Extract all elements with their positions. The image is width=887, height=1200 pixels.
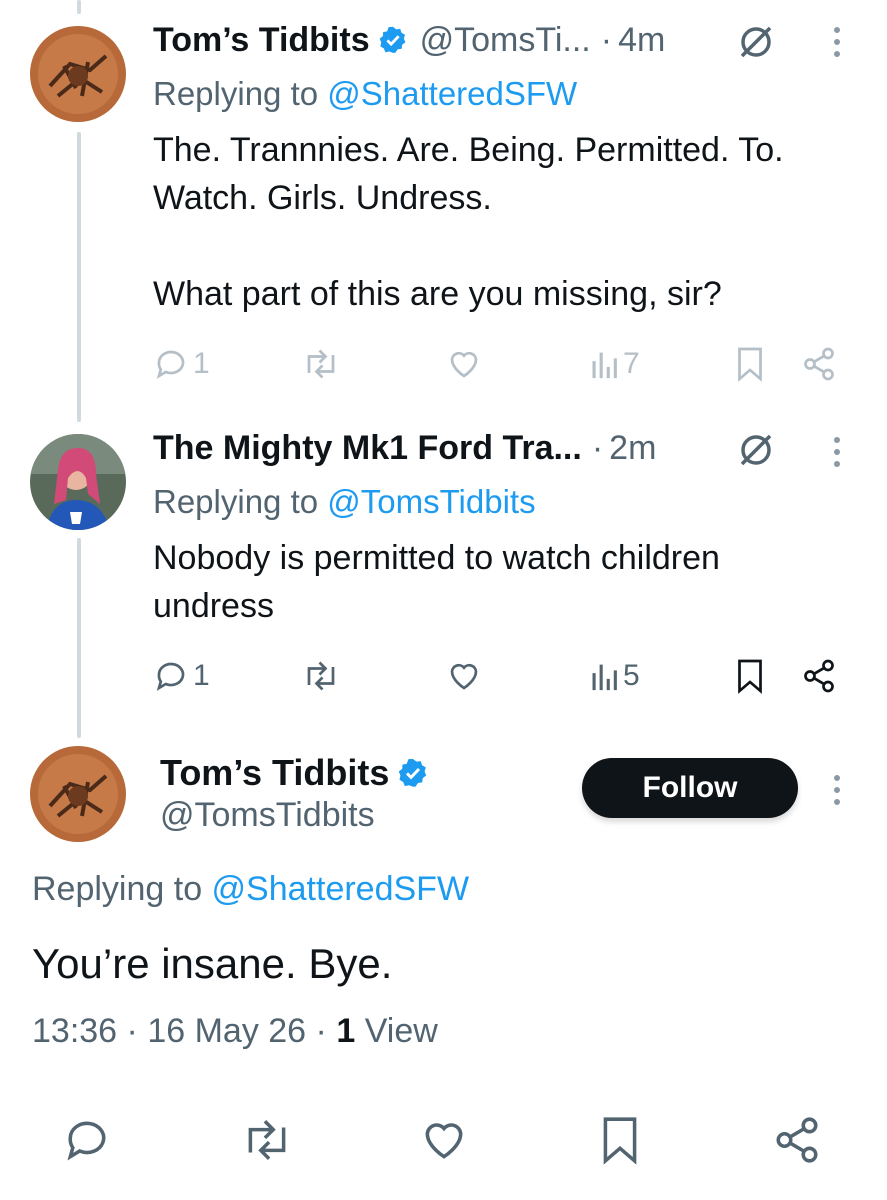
like-button[interactable] (445, 342, 483, 386)
views-button[interactable]: 5 (589, 654, 640, 698)
main-replying-to: Replying to @ShatteredSFW (32, 870, 469, 909)
share-button[interactable] (801, 342, 837, 386)
avatar[interactable] (30, 434, 126, 530)
bookmark-icon (738, 659, 762, 694)
thread-line-2 (77, 538, 81, 738)
heart-icon (425, 1123, 463, 1159)
reply-button[interactable]: 1 (153, 654, 210, 698)
avatar[interactable] (30, 26, 126, 122)
tweet-1-actions: 1 7 (153, 342, 843, 386)
views-icon (592, 352, 617, 379)
follow-button[interactable]: Follow (582, 758, 798, 818)
reply-button[interactable]: 1 (153, 342, 210, 386)
replying-to: Replying to @TomsTidbits (153, 480, 887, 524)
bookmark-icon (603, 1117, 637, 1165)
reply-icon (156, 350, 185, 379)
separator-dot: · (591, 428, 604, 467)
tweet-2[interactable]: The Mighty Mk1 Ford Tra... · 2m Replying… (153, 426, 887, 630)
reply-icon (156, 662, 185, 691)
bookmark-button[interactable] (735, 654, 765, 698)
replying-to-handle[interactable]: @ShatteredSFW (212, 870, 470, 908)
views-count: 5 (623, 659, 640, 692)
bookmark-button[interactable] (598, 1117, 642, 1165)
heart-icon (450, 351, 478, 378)
replying-to-handle[interactable]: @TomsTidbits (327, 483, 535, 520)
tweet-2-actions: 1 5 (153, 654, 843, 698)
tweet-text: The. Trannnies. Are. Being. Permitted. T… (153, 131, 784, 313)
share-button[interactable] (772, 1117, 822, 1163)
author-name[interactable]: The Mighty Mk1 Ford Tra... (153, 429, 582, 468)
like-button[interactable] (445, 654, 483, 698)
reply-icon (67, 1121, 106, 1161)
grok-icon[interactable] (736, 22, 776, 62)
share-icon (776, 1117, 818, 1163)
retweet-button[interactable] (301, 342, 341, 386)
more-icon[interactable] (832, 432, 842, 472)
replying-to-label: Replying to (153, 483, 328, 520)
main-tweet-text: You’re insane. Bye. (32, 940, 393, 987)
grok-icon[interactable] (736, 430, 776, 470)
like-button[interactable] (418, 1118, 470, 1162)
reply-button[interactable] (62, 1118, 112, 1162)
thread-line-top (77, 0, 81, 14)
author-handle[interactable]: @TomsTi... (420, 21, 591, 60)
verified-badge-icon (379, 26, 405, 53)
verified-badge-icon (399, 759, 427, 787)
main-author-handle[interactable]: @TomsTidbits (160, 796, 375, 835)
replying-to-label: Replying to (32, 870, 212, 908)
thread-line-1 (77, 132, 81, 422)
tweet-date[interactable]: 16 May 26 (147, 1012, 306, 1050)
tweet-time[interactable]: 13:36 (32, 1012, 117, 1050)
timestamp[interactable]: 2m (609, 429, 656, 468)
reply-count: 1 (193, 347, 210, 380)
tweet-meta: 13:36 · 16 May 26 · 1 View (32, 1012, 438, 1051)
share-icon (804, 347, 834, 381)
retweet-icon (307, 661, 335, 691)
retweet-icon (307, 349, 335, 379)
more-icon[interactable] (832, 770, 842, 810)
timestamp[interactable]: 4m (618, 21, 665, 60)
author-name[interactable]: Tom’s Tidbits (153, 21, 370, 60)
views-icon (592, 664, 617, 691)
retweet-button[interactable] (301, 654, 341, 698)
views-button[interactable]: 7 (589, 342, 640, 386)
heart-icon (450, 663, 478, 690)
retweet-icon (248, 1120, 286, 1160)
replying-to-handle[interactable]: @ShatteredSFW (327, 75, 577, 112)
views-label: View (364, 1012, 438, 1050)
meta-separator: · (315, 1012, 327, 1050)
separator-dot: · (600, 20, 613, 59)
replying-to: Replying to @ShatteredSFW (153, 72, 887, 116)
bookmark-button[interactable] (735, 342, 765, 386)
author-name[interactable]: Tom’s Tidbits (160, 752, 389, 794)
views-count: 7 (623, 347, 640, 380)
main-actions (0, 1117, 887, 1174)
retweet-button[interactable] (240, 1118, 294, 1162)
main-author-name[interactable]: Tom’s Tidbits (160, 752, 429, 794)
avatar[interactable] (30, 746, 126, 842)
share-button[interactable] (801, 654, 837, 698)
bookmark-icon (738, 347, 762, 382)
more-icon[interactable] (832, 22, 842, 62)
share-icon (804, 659, 834, 693)
views-count: 1 (336, 1012, 356, 1050)
meta-separator: · (126, 1012, 138, 1050)
tweet-text: Nobody is permitted to watch children un… (153, 539, 730, 625)
tweet-1[interactable]: Tom’s Tidbits @TomsTi... · 4m Replying t… (153, 18, 887, 318)
reply-count: 1 (193, 659, 210, 692)
replying-to-label: Replying to (153, 75, 328, 112)
